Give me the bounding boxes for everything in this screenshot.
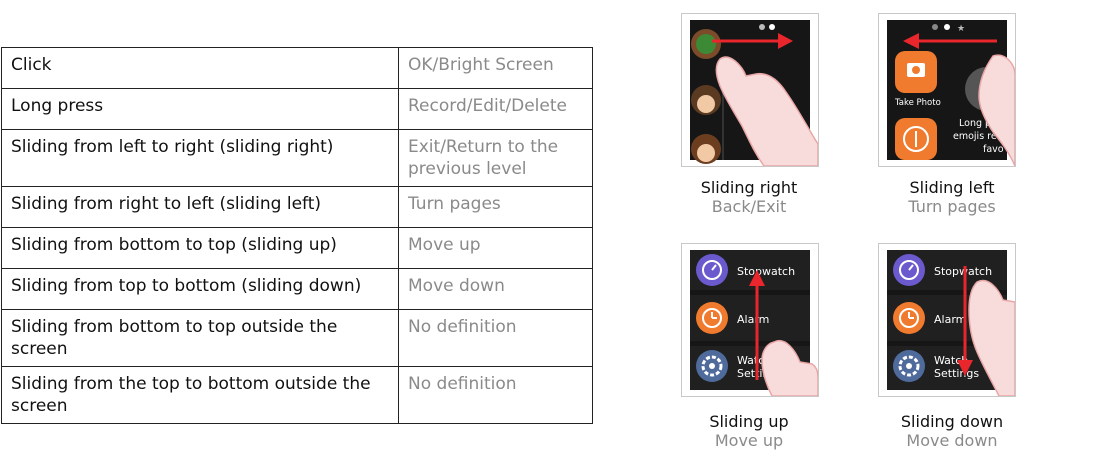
card-title: Sliding down [900,412,1004,431]
svg-text:favo: favo [983,144,1004,155]
table-row: Sliding from the top to bottom outside t… [1,366,593,424]
gesture-cell: Sliding from top to bottom (sliding down… [1,268,399,310]
gesture-table: Click OK/Bright Screen Long press Record… [1,47,593,424]
card-caption: Sliding right Back/Exit [649,178,849,216]
action-cell: No definition [398,366,593,424]
svg-text:Settings: Settings [934,367,979,380]
action-cell: No definition [398,309,593,367]
sliding-down-illustration: Stopwatch Alarm Watch Settings [878,243,1016,397]
gesture-cell: Sliding from right to left (sliding left… [1,186,399,228]
action-cell: Move down [398,268,593,310]
table-row: Click OK/Bright Screen [1,47,593,89]
svg-text:★: ★ [957,24,965,34]
alarm-label: Alarm [737,313,769,326]
sliding-up-illustration: Stopwatch Alarm Watch Settings [681,243,819,397]
table-row: Sliding from left to right (sliding righ… [1,129,593,187]
card-subtitle: Move down [906,431,998,450]
sliding-right-illustration [681,13,819,167]
card-title: Sliding right [700,178,798,197]
card-title: Sliding up [709,412,789,431]
action-cell: Turn pages [398,186,593,228]
card-subtitle: Turn pages [908,197,996,216]
alarm-label: Alarm [934,313,966,326]
sliding-left-illustration: ★ Take Photo Long p emojis reco favo [878,13,1016,167]
table-row: Sliding from top to bottom (sliding down… [1,268,593,310]
gesture-cell: Long press [1,88,399,130]
table-row: Sliding from bottom to top outside the s… [1,309,593,367]
table-row: Sliding from bottom to top (sliding up) … [1,227,593,269]
card-caption: Sliding up Move up [649,412,849,450]
gesture-cell: Click [1,47,399,89]
gesture-cell: Sliding from bottom to top (sliding up) [1,227,399,269]
take-photo-label: Take Photo [894,98,941,108]
stopwatch-label: Stopwatch [934,265,992,278]
card-caption: Sliding down Move down [852,412,1052,450]
card-subtitle: Move up [714,431,784,450]
gesture-cell: Sliding from left to right (sliding righ… [1,129,399,187]
table-row: Sliding from right to left (sliding left… [1,186,593,228]
card-subtitle: Back/Exit [711,197,787,216]
action-cell: Move up [398,227,593,269]
card-title: Sliding left [909,178,995,197]
gesture-cell: Sliding from bottom to top outside the s… [1,309,399,367]
card-caption: Sliding left Turn pages [852,178,1052,216]
table-row: Long press Record/Edit/Delete [1,88,593,130]
action-cell: Exit/Return to the previous level [398,129,593,187]
action-cell: OK/Bright Screen [398,47,593,89]
gesture-cell: Sliding from the top to bottom outside t… [1,366,399,424]
action-cell: Record/Edit/Delete [398,88,593,130]
stopwatch-label: Stopwatch [737,265,795,278]
